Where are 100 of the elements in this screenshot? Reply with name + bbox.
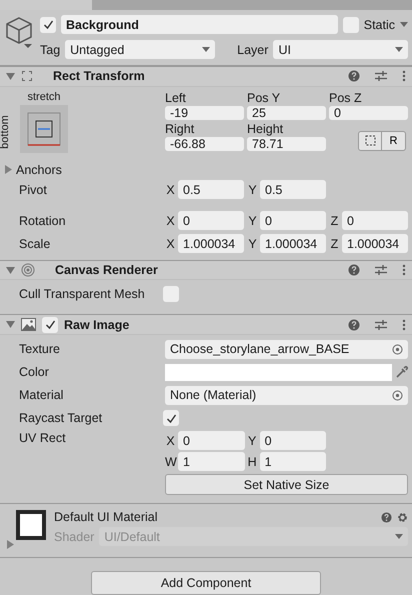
axis-label: X <box>165 434 176 448</box>
number-field[interactable]: -66.88 <box>165 136 244 151</box>
sliders-icon[interactable] <box>374 318 388 331</box>
field-label: Height <box>247 122 284 136</box>
more-icon[interactable] <box>402 264 406 276</box>
shader-label: Shader <box>54 530 94 544</box>
cube-icon[interactable] <box>4 15 34 49</box>
property-label: Color <box>19 365 50 380</box>
color-swatch[interactable] <box>165 364 392 381</box>
tag-label: Tag <box>40 42 60 56</box>
help-icon[interactable] <box>348 70 360 82</box>
axis-label: Z <box>330 214 340 228</box>
field-label: Right <box>165 122 196 136</box>
help-icon[interactable] <box>348 264 360 276</box>
component-header[interactable]: Canvas Renderer <box>0 260 412 280</box>
tag-dropdown[interactable]: Untagged <box>65 40 216 59</box>
component-title: Canvas Renderer <box>55 263 159 277</box>
raw-edit-button[interactable]: R <box>382 130 406 151</box>
anchors-foldout[interactable]: Anchors <box>16 162 62 177</box>
number-field[interactable]: 1.000034 <box>260 234 326 254</box>
dropdown-arrow-icon <box>395 534 403 540</box>
gear-icon[interactable] <box>397 512 408 523</box>
more-icon[interactable] <box>402 318 406 331</box>
axis-label: Z <box>330 236 340 251</box>
more-icon[interactable] <box>402 70 406 82</box>
foldout-icon[interactable] <box>6 72 15 81</box>
layer-dropdown[interactable]: UI <box>273 40 408 59</box>
material-field[interactable]: None (Material) <box>165 386 408 405</box>
axis-label: W <box>165 454 176 469</box>
axis-label: Y <box>247 214 258 228</box>
cull-checkbox[interactable] <box>163 286 179 302</box>
property-label: Raycast Target <box>19 411 104 426</box>
field-label: Left <box>165 90 187 105</box>
anchor-preset-button[interactable] <box>20 104 68 153</box>
foldout-icon[interactable] <box>6 540 15 550</box>
number-field[interactable]: 0 <box>342 211 408 230</box>
number-field[interactable]: 0 <box>329 106 408 120</box>
enabled-checkbox[interactable] <box>42 316 58 333</box>
axis-label: Y <box>246 434 258 448</box>
number-field[interactable]: 0 <box>178 431 245 450</box>
dropdown-arrow-icon <box>202 47 210 52</box>
axis-label: X <box>165 214 176 228</box>
field-label: Pos Y <box>247 90 282 105</box>
object-picker-icon[interactable] <box>392 344 403 355</box>
number-field[interactable]: 1.000034 <box>342 234 408 254</box>
number-field[interactable]: 1.000034 <box>178 234 244 254</box>
set-native-size-button[interactable]: Set Native Size <box>165 474 408 496</box>
foldout-icon[interactable] <box>4 165 13 174</box>
number-field[interactable]: 1 <box>260 452 326 472</box>
component-title: Rect Transform <box>53 69 146 84</box>
static-checkbox[interactable] <box>342 16 359 32</box>
component-title: Raw Image <box>64 318 130 332</box>
raycast-checkbox[interactable] <box>163 410 179 426</box>
image-icon <box>21 318 36 332</box>
number-field[interactable]: 0 <box>260 211 326 230</box>
axis-label: X <box>165 182 176 197</box>
number-field[interactable]: 25 <box>247 106 326 120</box>
help-icon[interactable] <box>348 318 360 331</box>
axis-label: X <box>165 236 176 251</box>
object-picker-icon[interactable] <box>392 390 403 401</box>
texture-field[interactable]: Choose_storylane_arrow_BASE <box>165 340 408 359</box>
number-field[interactable]: 0 <box>260 431 326 450</box>
number-field[interactable]: 78.71 <box>247 136 326 151</box>
component-header[interactable]: Raw Image <box>0 314 412 336</box>
property-label: Pivot <box>19 182 48 197</box>
add-component-button[interactable]: Add Component <box>91 571 321 595</box>
checkmark-icon <box>166 412 176 424</box>
dropdown-arrow-icon <box>395 47 403 52</box>
material-preview <box>16 510 46 540</box>
eyedropper-icon[interactable] <box>396 366 408 378</box>
property-label: Rotation <box>19 214 67 228</box>
number-field[interactable]: 1 <box>178 452 245 472</box>
name-field[interactable]: Background <box>61 15 338 34</box>
number-field[interactable]: 0 <box>178 211 244 230</box>
property-label: Scale <box>19 236 52 251</box>
number-field[interactable]: -19 <box>165 106 244 120</box>
help-icon[interactable] <box>381 512 392 523</box>
axis-label: Y <box>247 236 258 251</box>
blueprint-mode-button[interactable] <box>358 130 382 151</box>
checkmark-icon <box>42 19 54 30</box>
foldout-icon[interactable] <box>6 266 15 274</box>
property-label: Material <box>19 388 64 402</box>
anchor-horizontal-label: stretch <box>27 90 60 103</box>
number-field[interactable]: 0.5 <box>178 180 244 200</box>
property-label: UV Rect <box>19 431 67 446</box>
number-field[interactable]: 0.5 <box>260 180 326 200</box>
layer-label: Layer <box>237 42 268 56</box>
checkmark-icon <box>44 319 56 330</box>
foldout-icon[interactable] <box>6 320 15 330</box>
axis-label: Y <box>247 182 258 197</box>
material-name: Default UI Material <box>54 510 159 524</box>
property-label: Texture <box>19 342 61 356</box>
component-header[interactable]: Rect Transform <box>0 66 412 87</box>
sliders-icon[interactable] <box>374 264 388 276</box>
dashed-square-icon <box>364 135 376 146</box>
static-dropdown[interactable]: Static <box>364 18 395 32</box>
field-label: Pos Z <box>329 90 363 105</box>
active-checkbox[interactable] <box>40 16 56 32</box>
sliders-icon[interactable] <box>374 70 388 82</box>
concentric-circles-icon <box>21 263 35 277</box>
